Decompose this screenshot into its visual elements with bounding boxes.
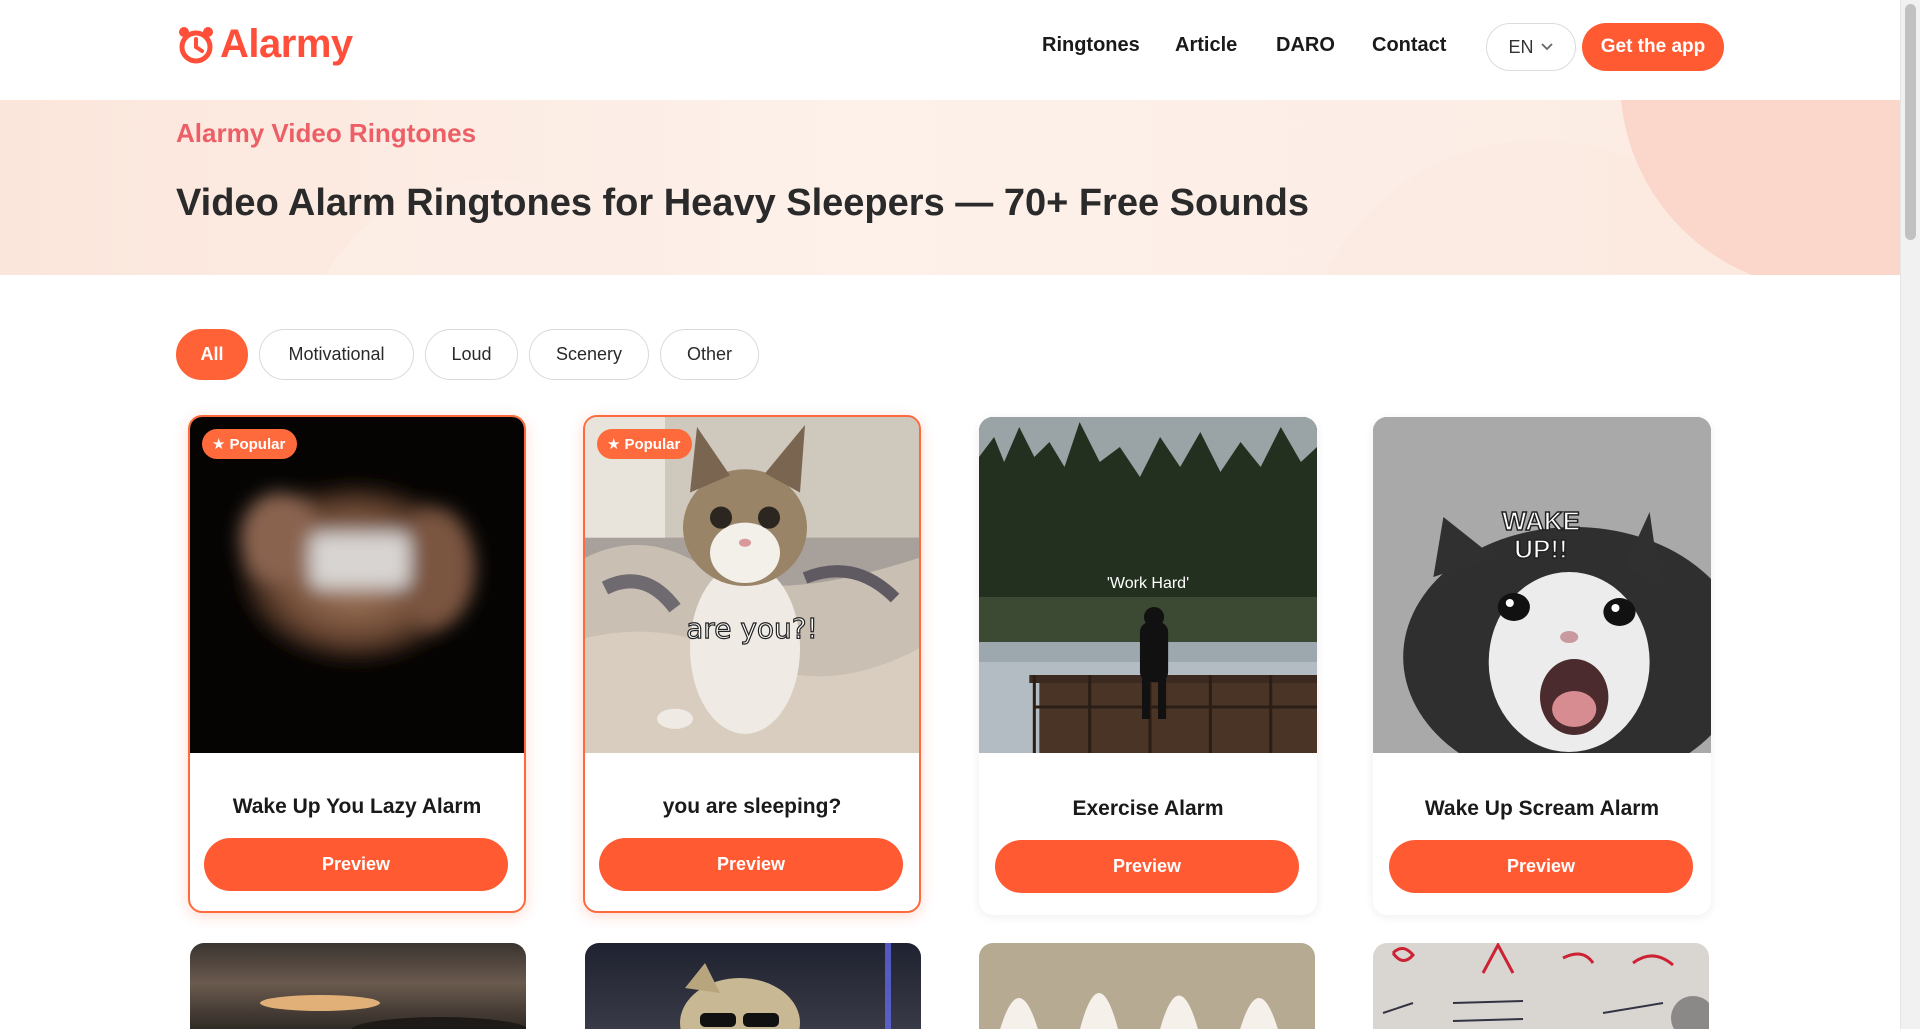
filter-loud[interactable]: Loud bbox=[425, 329, 518, 380]
vertical-scrollbar[interactable] bbox=[1900, 0, 1920, 1029]
thumbnail-caption: 'Work Hard' bbox=[1106, 575, 1190, 592]
video-thumbnail[interactable] bbox=[1373, 943, 1709, 1029]
nav-contact[interactable]: Contact bbox=[1372, 34, 1446, 57]
star-icon: ★ bbox=[607, 436, 621, 453]
handwritten-notes-image bbox=[1382, 943, 1709, 1029]
preview-button[interactable]: Preview bbox=[204, 838, 508, 891]
thumbnail-caption: WAKE UP!! bbox=[1501, 506, 1581, 564]
nav-article[interactable]: Article bbox=[1175, 34, 1237, 57]
alarm-clock-icon bbox=[179, 26, 213, 63]
get-app-button[interactable]: Get the app bbox=[1582, 23, 1724, 71]
logo[interactable]: Alarmy bbox=[176, 22, 353, 67]
repeated-shapes-image bbox=[1000, 993, 1278, 1029]
video-thumbnail[interactable] bbox=[190, 943, 526, 1029]
language-selector[interactable]: EN bbox=[1486, 23, 1576, 71]
popular-badge: ★ Popular bbox=[597, 429, 693, 459]
card-title: Exercise Alarm bbox=[1072, 797, 1224, 820]
filter-scenery[interactable]: Scenery bbox=[529, 329, 649, 380]
video-thumbnail[interactable]: ★ Popular are you?! bbox=[585, 417, 919, 753]
video-thumbnail[interactable]: ★ Popular bbox=[190, 417, 524, 753]
video-thumbnail[interactable] bbox=[979, 943, 1315, 1029]
chevron-down-icon bbox=[1540, 43, 1553, 51]
filter-other[interactable]: Other bbox=[660, 329, 759, 380]
language-label: EN bbox=[1508, 36, 1534, 57]
fist-image bbox=[240, 484, 475, 662]
star-icon: ★ bbox=[212, 436, 226, 453]
preview-button[interactable]: Preview bbox=[995, 840, 1299, 893]
filter-all[interactable]: All bbox=[176, 329, 248, 380]
category-filters: All Motivational Loud Scenery Other bbox=[176, 329, 759, 380]
ringtone-card[interactable]: ★ Popular Wake Up You Lazy Alarm Preview bbox=[188, 415, 526, 913]
sunset-clouds-image bbox=[260, 995, 526, 1029]
badge-label: Popular bbox=[229, 435, 286, 453]
hero-kicker: Alarmy Video Ringtones bbox=[176, 118, 477, 148]
cool-cat-image bbox=[680, 943, 891, 1029]
video-thumbnail[interactable]: 'Work Hard' bbox=[979, 417, 1317, 753]
preview-button[interactable]: Preview bbox=[1389, 840, 1693, 893]
card-title: Wake Up Scream Alarm bbox=[1424, 797, 1660, 820]
ringtone-card[interactable]: ★ Popular are you?! you are sleeping? Pr… bbox=[583, 415, 921, 913]
video-thumbnail[interactable] bbox=[585, 943, 921, 1029]
screaming-cat-image bbox=[1373, 417, 1711, 753]
site-header: Alarmy Ringtones Article DARO Contact EN… bbox=[0, 0, 1900, 100]
kitten-image bbox=[585, 417, 919, 753]
popular-badge: ★ Popular bbox=[202, 429, 298, 459]
thumbnail-caption: are you?! bbox=[686, 611, 819, 645]
preview-button[interactable]: Preview bbox=[599, 838, 903, 891]
card-title: you are sleeping? bbox=[662, 795, 842, 818]
filter-motivational[interactable]: Motivational bbox=[259, 329, 414, 380]
card-title: Wake Up You Lazy Alarm bbox=[232, 795, 482, 818]
page-title: Video Alarm Ringtones for Heavy Sleepers… bbox=[176, 182, 1309, 224]
scrollbar-thumb[interactable] bbox=[1905, 4, 1916, 240]
ringtone-card[interactable]: 'Work Hard' Exercise Alarm Preview bbox=[979, 417, 1317, 915]
badge-label: Popular bbox=[624, 435, 681, 453]
hero-banner: Alarmy Video Ringtones Video Alarm Ringt… bbox=[0, 100, 1900, 275]
video-thumbnail[interactable]: WAKE UP!! bbox=[1373, 417, 1711, 753]
logo-text: Alarmy bbox=[220, 22, 353, 66]
nav-daro[interactable]: DARO bbox=[1276, 34, 1335, 57]
ringtone-card[interactable]: WAKE UP!! Wake Up Scream Alarm Preview bbox=[1373, 417, 1711, 915]
nav-ringtones[interactable]: Ringtones bbox=[1042, 34, 1140, 57]
